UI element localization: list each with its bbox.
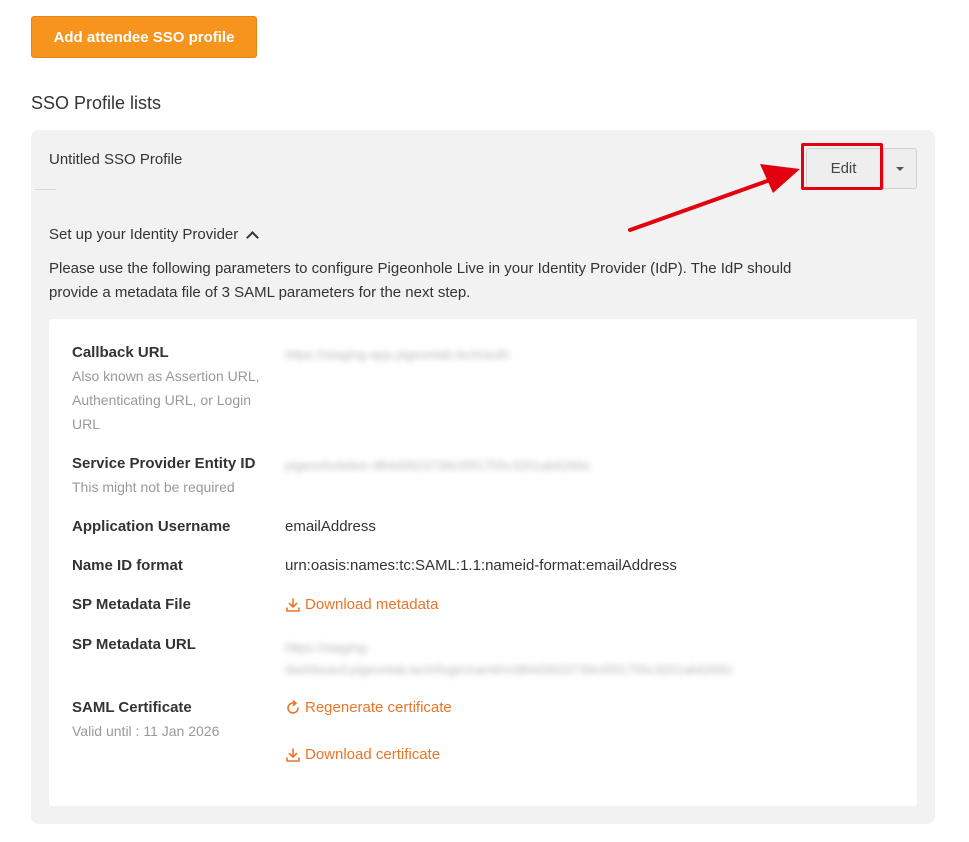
app-username-value: emailAddress [285,518,376,535]
name-id-format-label: Name ID format [72,557,183,574]
saml-certificate-row: SAML Certificate Valid until : 11 Jan 20… [72,697,262,743]
app-username-row: Application Username [72,516,230,538]
name-id-format-row: Name ID format [72,555,183,577]
sso-settings-page: Add attendee SSO profile SSO Profile lis… [0,0,969,842]
sp-entity-id-row: Service Provider Entity ID This might no… [72,453,262,499]
divider [35,189,56,190]
profile-name: Untitled SSO Profile [49,151,183,168]
download-metadata-label: Download metadata [305,596,439,613]
sp-entity-id-value: pigeonholelive-d84d3923739c05f1755c3201a… [285,458,591,473]
parameters-panel: Callback URL Also known as Assertion URL… [49,319,917,806]
regenerate-certificate-label: Regenerate certificate [305,699,452,716]
chevron-up-icon [246,230,260,244]
app-username-label: Application Username [72,518,231,535]
section-title: SSO Profile lists [31,93,162,113]
idp-description: Please use the following parameters to c… [49,260,792,301]
callback-url-label: Callback URL [72,344,169,361]
callback-url-hint: Also known as Assertion URL, Authenticat… [72,368,260,432]
download-certificate-link[interactable]: Download certificate [285,744,440,766]
saml-certificate-label: SAML Certificate [72,699,192,716]
sp-metadata-url-value-line2: dashboard.pigeonlab.tech/login/saml/m/d8… [285,662,734,677]
regenerate-certificate-link[interactable]: Regenerate certificate [285,697,452,719]
sp-metadata-file-row: SP Metadata File [72,594,191,616]
name-id-format-value: urn:oasis:names:tc:SAML:1.1:nameid-forma… [285,557,677,574]
callback-url-row: Callback URL Also known as Assertion URL… [72,342,262,436]
sso-profile-card: Untitled SSO Profile Edit Set up your Id… [31,130,935,824]
download-icon [286,748,300,762]
download-icon [286,598,300,612]
refresh-icon [287,700,299,714]
download-certificate-label: Download certificate [305,746,441,763]
idp-section-toggle[interactable]: Set up your Identity Provider [49,226,260,244]
download-metadata-link[interactable]: Download metadata [285,594,438,616]
sp-entity-id-hint: This might not be required [72,479,235,495]
sp-metadata-url-label: SP Metadata URL [72,636,196,653]
edit-options-dropdown[interactable] [883,148,917,189]
sp-metadata-url-row: SP Metadata URL [72,634,196,656]
edit-button[interactable]: Edit [806,148,881,188]
sp-metadata-file-label: SP Metadata File [72,596,191,613]
add-attendee-sso-profile-button[interactable]: Add attendee SSO profile [31,16,257,58]
callback-url-value: https://staging-app.pigeonlab.tech/auth [285,347,510,362]
caret-down-icon [896,166,904,171]
saml-certificate-validity: Valid until : 11 Jan 2026 [72,723,220,739]
sp-entity-id-label: Service Provider Entity ID [72,455,256,472]
sp-metadata-url-value-line1: https://staging- [285,640,371,655]
idp-section-title: Set up your Identity Provider [49,226,239,243]
